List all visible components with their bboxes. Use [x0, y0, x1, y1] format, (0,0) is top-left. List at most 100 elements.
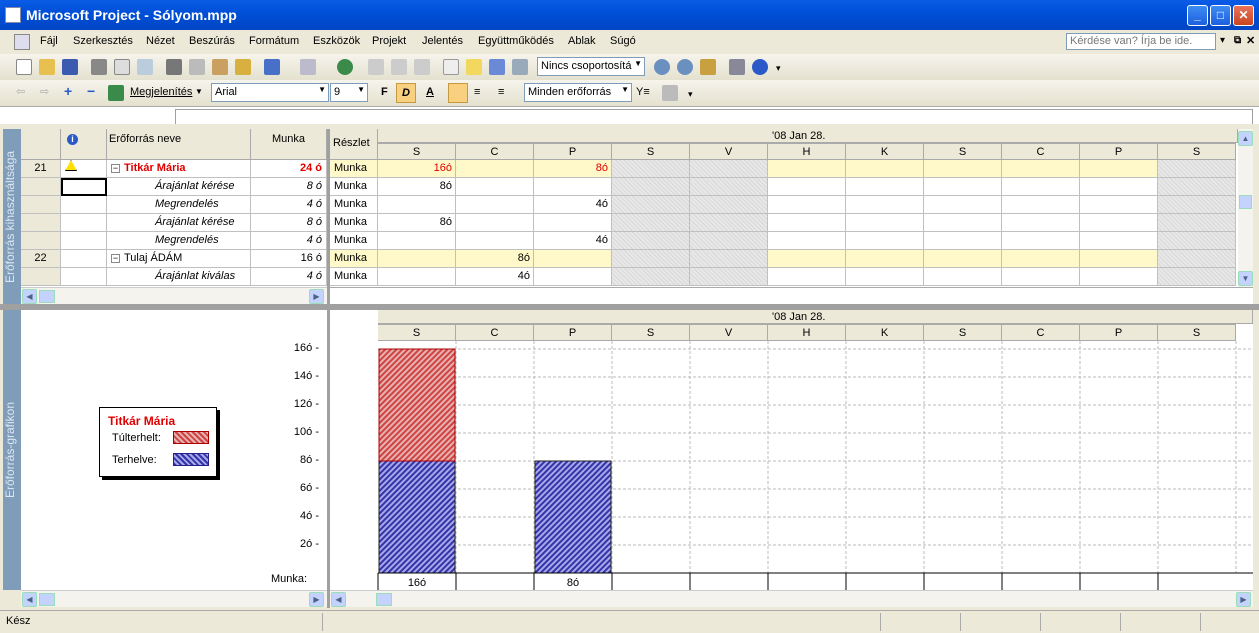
arrow-left-icon[interactable]: ⇦ [16, 85, 25, 98]
work-value-cell[interactable]: 4ó [456, 268, 534, 286]
indicator-cell[interactable] [61, 268, 107, 286]
work-value-cell[interactable]: 4ó [534, 232, 612, 250]
resource-name-cell[interactable]: Árajánlat kiválas [107, 268, 251, 286]
font-combo[interactable]: Arial ▼ [211, 83, 329, 102]
menu-insert[interactable]: Beszúrás [189, 35, 235, 47]
work-value-cell[interactable] [1158, 178, 1236, 196]
align-center-button[interactable]: ≡ [474, 86, 480, 98]
work-value-cell[interactable] [456, 214, 534, 232]
gantt-wizard-icon[interactable] [662, 85, 678, 101]
indicator-cell[interactable] [61, 214, 107, 232]
task-info-icon[interactable] [443, 59, 459, 75]
restore-doc-icon[interactable]: ⧉ [1234, 35, 1241, 46]
undo-icon[interactable] [264, 59, 280, 75]
menu-edit[interactable]: Szerkesztés [73, 35, 133, 47]
redo-icon[interactable] [300, 59, 316, 75]
work-value-cell[interactable] [690, 250, 768, 268]
work-value-cell[interactable] [846, 250, 924, 268]
work-value-cell[interactable] [1002, 160, 1080, 178]
work-value-cell[interactable] [1158, 250, 1236, 268]
close-doc-icon[interactable]: ✕ [1246, 34, 1255, 47]
work-value-cell[interactable] [1002, 250, 1080, 268]
unlink-tasks-icon[interactable] [391, 59, 407, 75]
work-value-cell[interactable] [1080, 232, 1158, 250]
menu-format[interactable]: Formátum [249, 35, 299, 47]
hide-subtasks-icon[interactable]: − [87, 83, 95, 99]
resource-name-cell[interactable]: Árajánlat kérése [107, 178, 251, 196]
filter-combo[interactable]: Minden erőforrás ▼ [524, 83, 632, 102]
work-value-cell[interactable] [612, 214, 690, 232]
work-value-cell[interactable] [612, 196, 690, 214]
underline-button[interactable]: A [426, 86, 434, 98]
work-value-cell[interactable] [1002, 232, 1080, 250]
menu-file[interactable]: Fájl [40, 35, 58, 47]
resource-name-cell[interactable]: Megrendelés [107, 196, 251, 214]
usage-vscrollbar[interactable]: ▲ ▼ [1238, 129, 1253, 287]
work-value-cell[interactable] [924, 160, 1002, 178]
work-value-cell[interactable] [1002, 196, 1080, 214]
show-subtasks-icon[interactable]: + [64, 83, 72, 99]
copy-picture-icon[interactable] [729, 59, 745, 75]
work-value-cell[interactable] [378, 232, 456, 250]
work-value-cell[interactable] [924, 178, 1002, 196]
minimize-button[interactable]: _ [1187, 5, 1208, 26]
header-resource-name[interactable]: Erőforrás neve [107, 129, 251, 160]
indicator-cell[interactable] [61, 160, 107, 178]
work-value-cell[interactable] [846, 160, 924, 178]
work-value-cell[interactable] [612, 232, 690, 250]
show-menu[interactable]: Megjelenítés [130, 86, 192, 98]
work-value-cell[interactable] [534, 268, 612, 286]
menu-collaborate[interactable]: Együttműködés [478, 35, 554, 47]
work-value-cell[interactable]: 8ó [456, 250, 534, 268]
link-tasks-icon[interactable] [368, 59, 384, 75]
close-button[interactable]: ✕ [1233, 5, 1254, 26]
scroll-down-button[interactable]: ▼ [1238, 271, 1253, 286]
indicator-cell[interactable] [61, 232, 107, 250]
work-value-cell[interactable] [924, 232, 1002, 250]
print-preview-icon[interactable] [114, 59, 130, 75]
work-value-cell[interactable] [534, 214, 612, 232]
work-value-cell[interactable] [846, 268, 924, 286]
collapse-toggle-icon[interactable]: − [111, 163, 120, 173]
resource-name-cell[interactable]: Megrendelés [107, 232, 251, 250]
work-value-cell[interactable] [1158, 268, 1236, 286]
work-value-cell[interactable] [768, 196, 846, 214]
work-value-cell[interactable] [1002, 178, 1080, 196]
align-left-button[interactable] [448, 83, 468, 103]
cut-icon[interactable] [166, 59, 182, 75]
work-value-cell[interactable] [1158, 196, 1236, 214]
work-value-cell[interactable] [768, 214, 846, 232]
work-value-cell[interactable] [378, 268, 456, 286]
publish-icon[interactable] [512, 59, 528, 75]
print-icon[interactable] [91, 59, 107, 75]
toolbar-options-icon[interactable]: ▾ [776, 63, 781, 74]
work-value-cell[interactable] [846, 196, 924, 214]
autofilter-icon[interactable]: Y≡ [636, 86, 650, 98]
work-value-cell[interactable] [1080, 178, 1158, 196]
save-icon[interactable] [62, 59, 78, 75]
work-cell[interactable]: 4 ó [251, 268, 327, 286]
zoom-in-icon[interactable] [654, 59, 670, 75]
work-value-cell[interactable] [690, 268, 768, 286]
work-cell[interactable]: 8 ó [251, 214, 327, 232]
work-cell[interactable]: 4 ó [251, 196, 327, 214]
header-work[interactable]: Munka [251, 129, 327, 160]
usage-table-hscroll[interactable]: ◀ ▶ [21, 287, 327, 304]
work-value-cell[interactable] [378, 196, 456, 214]
work-value-cell[interactable] [690, 232, 768, 250]
work-value-cell[interactable] [846, 178, 924, 196]
task-notes-icon[interactable] [466, 59, 482, 75]
graph-left-hscroll[interactable]: ◀ ▶ [21, 590, 327, 607]
work-value-cell[interactable] [846, 214, 924, 232]
paste-icon[interactable] [212, 59, 228, 75]
work-value-cell[interactable] [924, 196, 1002, 214]
work-value-cell[interactable] [768, 232, 846, 250]
resource-name-cell[interactable]: Árajánlat kérése [107, 214, 251, 232]
work-value-cell[interactable] [1158, 232, 1236, 250]
work-value-cell[interactable] [1002, 214, 1080, 232]
work-value-cell[interactable] [1080, 160, 1158, 178]
work-value-cell[interactable] [612, 250, 690, 268]
document-icon[interactable] [14, 34, 30, 50]
menu-help[interactable]: Súgó [610, 35, 636, 47]
work-value-cell[interactable]: 8ó [378, 214, 456, 232]
